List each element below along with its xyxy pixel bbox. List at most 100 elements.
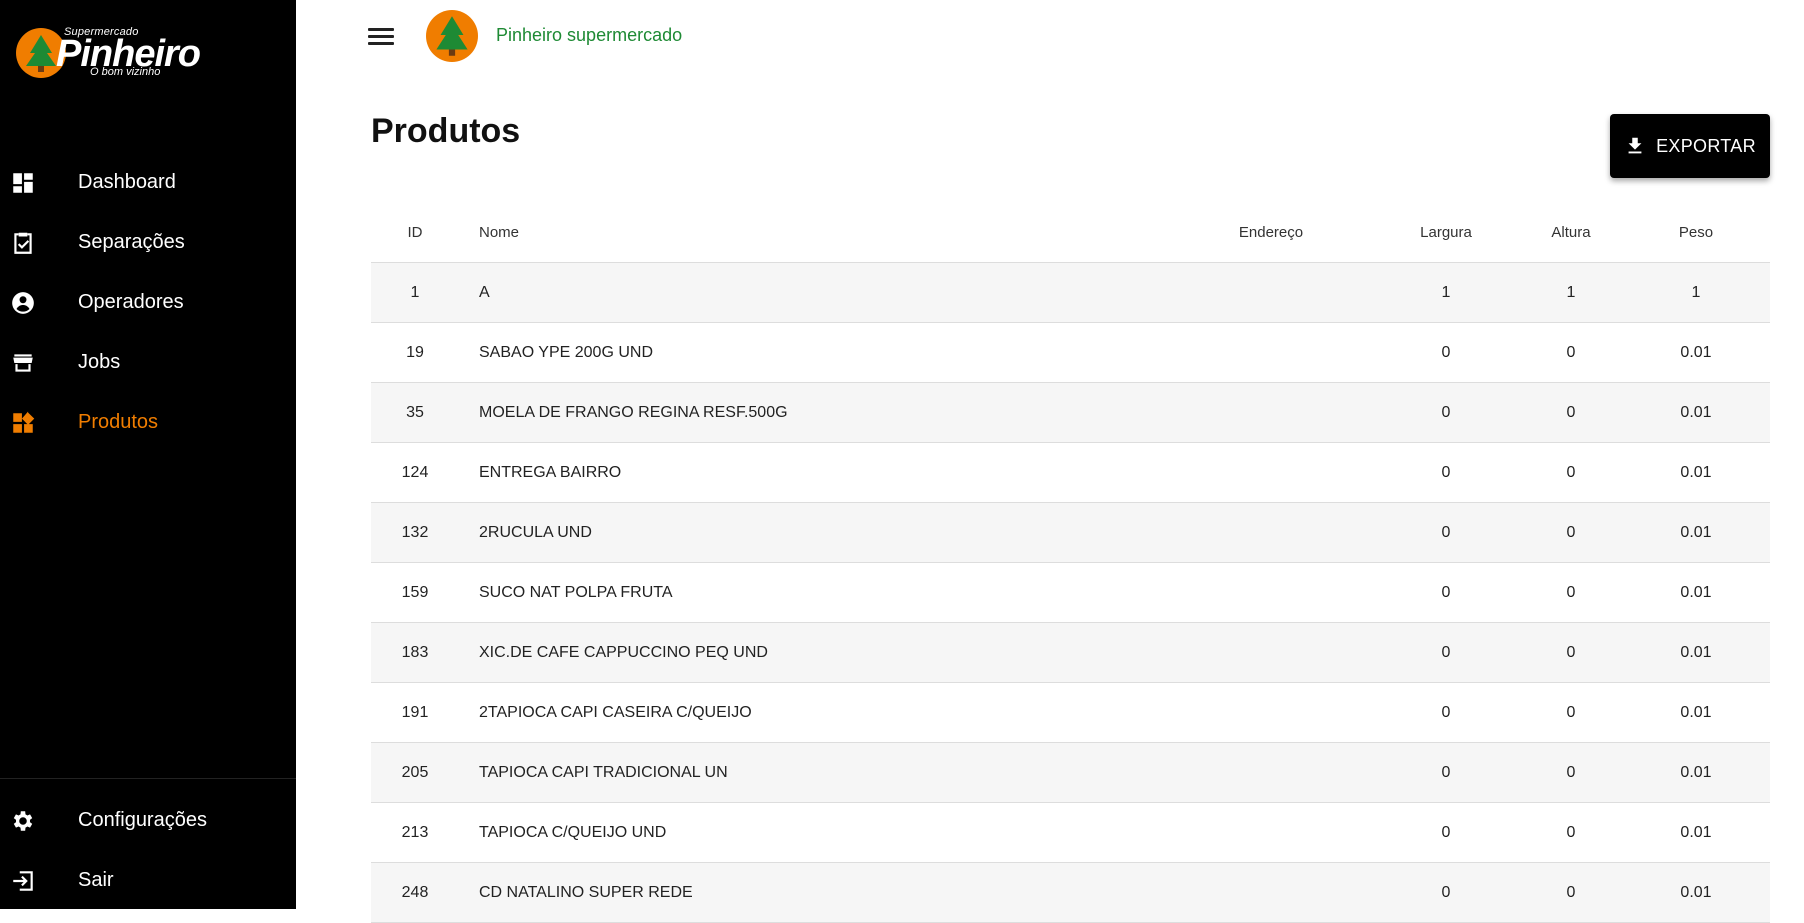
cell-largura: 0: [1441, 403, 1451, 421]
cell-largura: 0: [1441, 463, 1451, 481]
cell-altura: 0: [1566, 583, 1576, 601]
products-table: ID Nome Endereço Largura Altura Peso 1A1…: [371, 202, 1770, 923]
cell-peso: 0.01: [1680, 823, 1712, 841]
cell-peso: 0.01: [1680, 343, 1712, 361]
cell-largura: 0: [1441, 823, 1451, 841]
table-row[interactable]: 1 A 1 1 1: [371, 263, 1770, 323]
sidebar-nav: Dashboard Separações Operadores Jobs Pro…: [0, 152, 296, 452]
sidebar-bottom-nav: Configurações Sair: [0, 790, 296, 910]
table-row[interactable]: 183 XIC.DE CAFE CAPPUCCINO PEQ UND 0 0 0.01: [371, 623, 1770, 683]
cell-id: 248: [401, 883, 429, 901]
sidebar-item-operadores[interactable]: Operadores: [0, 272, 296, 332]
cell-id: 205: [401, 763, 429, 781]
column-header-altura[interactable]: Altura: [1516, 202, 1626, 262]
cell-peso: 0.01: [1680, 703, 1712, 721]
table-row[interactable]: 132 2RUCULA UND 0 0 0.01: [371, 503, 1770, 563]
cell-endereco: [1191, 503, 1351, 562]
cell-nome: TAPIOCA C/QUEIJO UND: [479, 823, 667, 841]
gear-icon: [13, 811, 33, 831]
cell-id: 132: [401, 523, 429, 541]
column-header-largura[interactable]: Largura: [1391, 202, 1501, 262]
cell-id: 35: [406, 403, 424, 421]
sidebar-item-label: Configurações: [78, 808, 207, 831]
cell-nome: MOELA DE FRANGO REGINA RESF.500G: [479, 403, 788, 421]
sidebar-item-label: Produtos: [78, 410, 159, 433]
cell-altura: 1: [1566, 283, 1576, 301]
cell-nome: 2TAPIOCA CAPI CASEIRA C/QUEIJO: [479, 703, 752, 721]
sidebar-item-dashboard[interactable]: Dashboard: [0, 152, 296, 212]
dashboard-icon: [13, 173, 33, 193]
column-header-id[interactable]: ID: [371, 202, 459, 262]
column-header-nome[interactable]: Nome: [479, 202, 1079, 262]
cell-endereco: [1191, 563, 1351, 622]
widgets-icon: [13, 411, 35, 433]
cell-largura: 0: [1441, 523, 1451, 541]
cell-nome: CD NATALINO SUPER REDE: [479, 883, 693, 901]
table-row[interactable]: 35 MOELA DE FRANGO REGINA RESF.500G 0 0 0.01: [371, 383, 1770, 443]
table-body: 1 A 1 1 1 19 SABAO YPE 200G UND 0 0 0.01 35 MOELA D…: [371, 263, 1770, 923]
store-icon: [13, 354, 33, 372]
cell-altura: 0: [1566, 823, 1576, 841]
table-row[interactable]: 213 TAPIOCA C/QUEIJO UND 0 0 0.01: [371, 803, 1770, 863]
sidebar-item-label: Dashboard: [78, 170, 176, 193]
cell-nome: 2RUCULA UND: [479, 523, 592, 541]
table-row[interactable]: 159 SUCO NAT POLPA FRUTA 0 0 0.01: [371, 563, 1770, 623]
cell-id: 159: [401, 583, 429, 601]
cell-peso: 0.01: [1680, 643, 1712, 661]
cell-peso: 0.01: [1680, 583, 1712, 601]
table-row[interactable]: 19 SABAO YPE 200G UND 0 0 0.01: [371, 323, 1770, 383]
cell-endereco: [1191, 623, 1351, 682]
cell-nome: SABAO YPE 200G UND: [479, 343, 653, 361]
cell-endereco: [1191, 263, 1351, 322]
sidebar-item-sair[interactable]: Sair: [0, 850, 296, 910]
sidebar-item-produtos[interactable]: Produtos: [0, 392, 296, 452]
cell-largura: 0: [1441, 583, 1451, 601]
export-button-label: EXPORTAR: [1656, 135, 1756, 156]
cell-endereco: [1191, 323, 1351, 382]
sidebar-item-configuracoes[interactable]: Configurações: [0, 790, 296, 850]
table-row[interactable]: 124 ENTREGA BAIRRO 0 0 0.01: [371, 443, 1770, 503]
table-row[interactable]: 191 2TAPIOCA CAPI CASEIRA C/QUEIJO 0 0 0.01: [371, 683, 1770, 743]
cell-nome: SUCO NAT POLPA FRUTA: [479, 583, 673, 601]
cell-id: 213: [401, 823, 429, 841]
page-title: Produtos: [371, 112, 521, 150]
cell-endereco: [1191, 803, 1351, 862]
cell-endereco: [1191, 743, 1351, 802]
cell-id: 19: [406, 343, 424, 361]
brand-logo[interactable]: Supermercado Pinheiro O bom vizinho: [14, 22, 214, 82]
table-row[interactable]: 248 CD NATALINO SUPER REDE 0 0 0.01: [371, 863, 1770, 923]
sidebar-item-label: Operadores: [78, 290, 184, 313]
brand-tagline: O bom vizinho: [90, 66, 161, 78]
cell-altura: 0: [1566, 403, 1576, 421]
cell-altura: 0: [1566, 883, 1576, 901]
cell-largura: 0: [1441, 343, 1451, 361]
cell-endereco: [1191, 383, 1351, 442]
cell-peso: 0.01: [1680, 523, 1712, 541]
table-row[interactable]: 205 TAPIOCA CAPI TRADICIONAL UN 0 0 0.01: [371, 743, 1770, 803]
cell-altura: 0: [1566, 523, 1576, 541]
cell-largura: 1: [1441, 283, 1451, 301]
sidebar-item-label: Sair: [78, 868, 114, 891]
cell-peso: 1: [1691, 283, 1701, 301]
column-header-endereco[interactable]: Endereço: [1191, 202, 1351, 262]
cell-peso: 0.01: [1680, 763, 1712, 781]
cell-peso: 0.01: [1680, 403, 1712, 421]
sidebar-item-separacoes[interactable]: Separações: [0, 212, 296, 272]
sidebar-item-label: Jobs: [78, 350, 121, 373]
cell-nome: XIC.DE CAFE CAPPUCCINO PEQ UND: [479, 643, 768, 661]
cell-largura: 0: [1441, 703, 1451, 721]
sidebar-item-jobs[interactable]: Jobs: [0, 332, 296, 392]
cell-peso: 0.01: [1680, 883, 1712, 901]
sidebar-divider: [0, 778, 296, 779]
column-header-peso[interactable]: Peso: [1641, 202, 1751, 262]
account-circle-icon: [12, 292, 34, 314]
app-title: Pinheiro supermercado: [496, 25, 683, 45]
cell-peso: 0.01: [1680, 463, 1712, 481]
export-button[interactable]: EXPORTAR: [1610, 114, 1770, 178]
cell-nome: ENTREGA BAIRRO: [479, 463, 622, 481]
cell-id: 183: [401, 643, 429, 661]
download-icon: [1628, 137, 1642, 154]
cell-largura: 0: [1441, 763, 1451, 781]
cell-altura: 0: [1566, 643, 1576, 661]
hamburger-menu-icon[interactable]: [366, 24, 396, 50]
